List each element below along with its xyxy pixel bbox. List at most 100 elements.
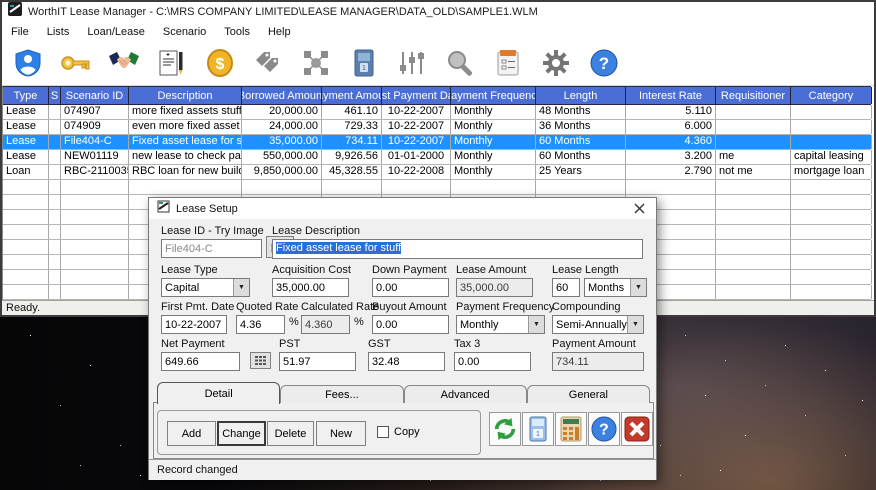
tab-fees[interactable]: Fees... <box>280 385 403 403</box>
tags-icon[interactable] <box>252 47 284 79</box>
table-row[interactable]: Lease074909even more fixed asset stu24,0… <box>3 120 871 135</box>
user-shield-icon[interactable] <box>12 47 44 79</box>
col-header-category[interactable]: Category <box>791 87 872 104</box>
tax3-input[interactable] <box>454 352 531 371</box>
add-button[interactable]: Add <box>167 421 216 446</box>
chevron-down-icon[interactable]: ▼ <box>627 316 643 333</box>
col-header-length[interactable]: Length <box>536 87 626 104</box>
lease-type-select[interactable]: Capital▼ <box>161 278 250 297</box>
lease-length-unit-select[interactable]: Months▼ <box>584 278 647 297</box>
down-payment-label: Down Payment <box>372 264 449 276</box>
copy-checkbox-label: Copy <box>394 426 420 438</box>
search-magnifier-icon[interactable] <box>444 47 476 79</box>
storage-drive-icon[interactable]: 1 <box>348 47 380 79</box>
col-header-requisitioner[interactable]: Requisitioner <box>716 87 791 104</box>
menu-loan-lease[interactable]: Loan/Lease <box>78 24 154 40</box>
close-x-icon[interactable] <box>621 412 653 446</box>
print-one-icon[interactable]: 1 <box>522 412 554 446</box>
col-header-payment-amount[interactable]: Payment Amount <box>322 87 382 104</box>
menu-help[interactable]: Help <box>259 24 300 40</box>
col-header-first-payment-date[interactable]: First Payment Date <box>382 87 451 104</box>
dialog-title-bar: Lease Setup <box>149 198 656 219</box>
help-question-icon[interactable]: ? <box>588 412 620 446</box>
col-header-type[interactable]: Type <box>3 87 49 104</box>
col-header-payment-frequency[interactable]: Payment Frequency <box>451 87 536 104</box>
screen: WorthIT Lease Manager - C:\MRS COMPANY L… <box>0 0 876 490</box>
gst-input[interactable] <box>368 352 445 371</box>
chevron-down-icon[interactable]: ▼ <box>233 279 249 296</box>
col-header-interest-rate[interactable]: Interest Rate <box>626 87 716 104</box>
contract-document-icon[interactable] <box>156 47 188 79</box>
tab-detail[interactable]: Detail <box>157 382 280 404</box>
col-header-s[interactable]: S <box>49 87 61 104</box>
lease-id-input[interactable] <box>161 239 262 258</box>
chevron-down-icon[interactable]: ▼ <box>630 279 646 296</box>
svg-text:1: 1 <box>362 65 366 72</box>
net-payment-input[interactable] <box>161 352 240 371</box>
handshake-icon[interactable] <box>108 47 140 79</box>
action-groupbox: Add Change Delete New Copy <box>157 410 481 455</box>
table-row[interactable]: LoanRBC-2110035RBC loan for new building… <box>3 165 871 180</box>
close-icon[interactable] <box>630 201 648 217</box>
calculated-rate-input <box>301 315 350 334</box>
lease-length-label: Lease Length <box>552 264 647 276</box>
lease-description-input[interactable]: Fixed asset lease for stuff <box>272 239 643 259</box>
table-row[interactable]: Lease074907more fixed assets stuff or20,… <box>3 105 871 120</box>
table-row-selected[interactable]: LeaseFile404-CFixed asset lease for stuf… <box>3 135 871 150</box>
app-icon <box>8 2 22 21</box>
title-bar: WorthIT Lease Manager - C:\MRS COMPANY L… <box>2 2 874 22</box>
gst-label: GST <box>368 338 445 350</box>
help-icon[interactable]: ? <box>588 47 620 79</box>
dollar-coin-icon[interactable]: $ <box>204 47 236 79</box>
menu-lists[interactable]: Lists <box>38 24 79 40</box>
compounding-select[interactable]: Semi-Annually▼ <box>552 315 644 334</box>
buyout-amount-input[interactable] <box>372 315 449 334</box>
table-header-row: Type S Scenario ID Description Borrowed … <box>3 87 871 105</box>
sliders-icon[interactable] <box>396 47 428 79</box>
tax3-label: Tax 3 <box>454 338 531 350</box>
chevron-down-icon[interactable]: ▼ <box>528 316 544 333</box>
down-payment-input[interactable] <box>372 278 449 297</box>
window-title: WorthIT Lease Manager - C:\MRS COMPANY L… <box>28 6 538 18</box>
lease-type-label: Lease Type <box>161 264 250 276</box>
key-icon[interactable] <box>60 47 92 79</box>
table-row[interactable]: LeaseNEW01119new lease to check paym550,… <box>3 150 871 165</box>
lease-length-input[interactable] <box>552 278 580 297</box>
svg-text:?: ? <box>599 422 609 439</box>
quoted-rate-label: Quoted Rate <box>236 301 285 313</box>
refresh-icon[interactable] <box>489 412 521 446</box>
pst-label: PST <box>279 338 356 350</box>
gear-icon[interactable] <box>540 47 572 79</box>
payment-frequency-select[interactable]: Monthly▼ <box>456 315 545 334</box>
payment-amount-label: Payment Amount <box>552 338 644 350</box>
change-button[interactable]: Change <box>217 421 266 446</box>
menu-bar: File Lists Loan/Lease Scenario Tools Hel… <box>2 22 874 42</box>
tab-general[interactable]: General <box>527 385 650 403</box>
calculator-grid-button[interactable] <box>250 352 271 369</box>
tab-advanced[interactable]: Advanced <box>404 385 527 403</box>
lease-amount-input <box>456 278 533 297</box>
lease-id-label: Lease ID - Try Image <box>161 225 262 237</box>
svg-text:1: 1 <box>536 431 540 438</box>
pst-input[interactable] <box>279 352 356 371</box>
first-pmt-date-label: First Pmt. Date <box>161 301 227 313</box>
first-pmt-date-input[interactable] <box>161 315 227 334</box>
lease-amount-label: Lease Amount <box>456 264 533 276</box>
acquisition-cost-input[interactable] <box>272 278 349 297</box>
col-header-borrowed-amount[interactable]: Borrowed Amount <box>242 87 322 104</box>
col-header-description[interactable]: Description <box>129 87 242 104</box>
delete-button[interactable]: Delete <box>267 421 314 446</box>
network-nodes-icon[interactable] <box>300 47 332 79</box>
svg-text:$: $ <box>216 56 225 73</box>
menu-tools[interactable]: Tools <box>215 24 259 40</box>
menu-scenario[interactable]: Scenario <box>154 24 215 40</box>
new-button[interactable]: New <box>316 421 366 446</box>
menu-file[interactable]: File <box>2 24 38 40</box>
col-header-scenario-id[interactable]: Scenario ID <box>61 87 129 104</box>
payment-frequency-label: Payment Frequency <box>456 301 545 313</box>
compounding-label: Compounding <box>552 301 644 313</box>
quoted-rate-input[interactable] <box>236 315 285 334</box>
report-list-icon[interactable] <box>492 47 524 79</box>
copy-checkbox[interactable] <box>377 426 389 438</box>
calculator-icon[interactable] <box>555 412 587 446</box>
